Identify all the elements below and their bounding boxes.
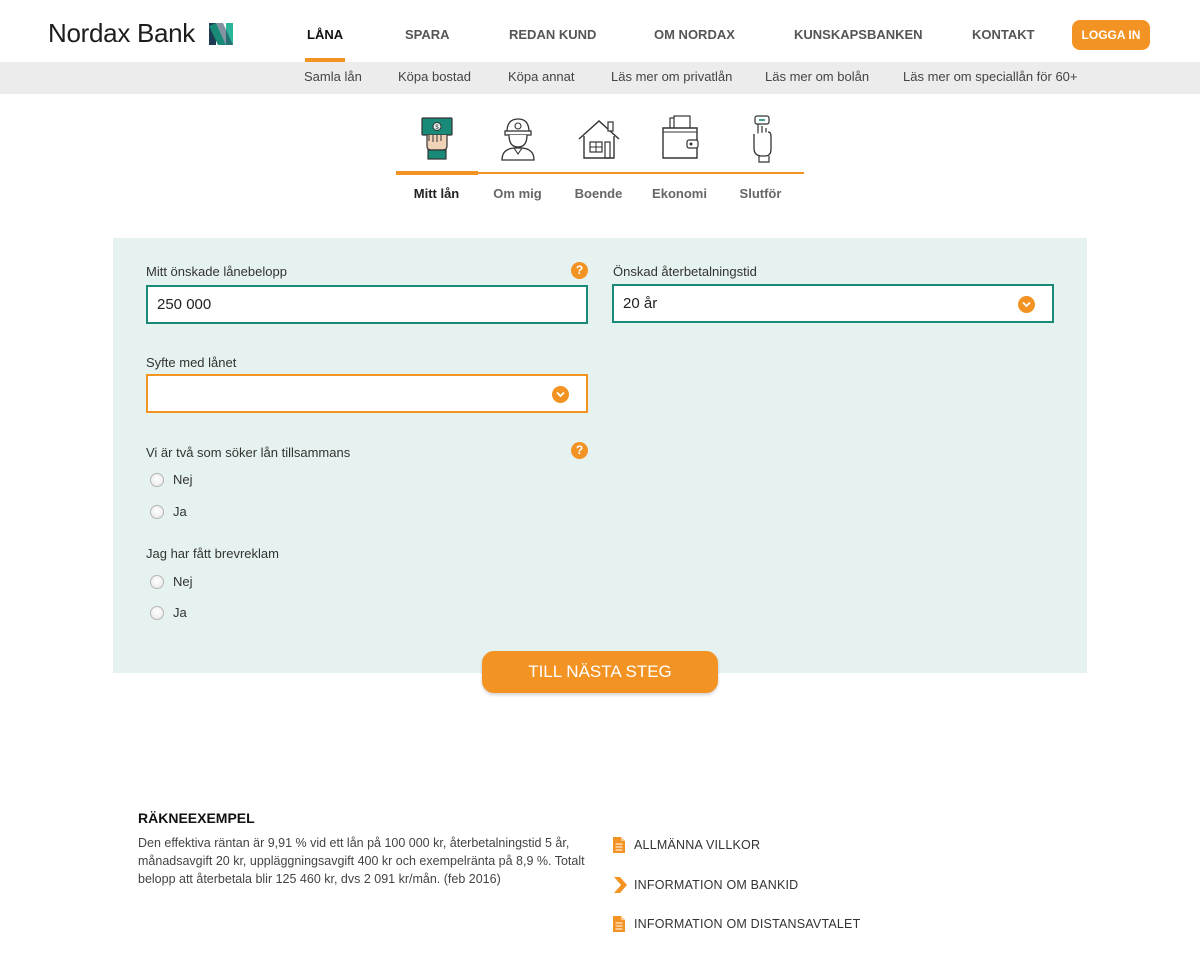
link-label: ALLMÄNNA VILLKOR — [634, 838, 761, 852]
person-helmet-icon — [500, 118, 535, 161]
nav-item-spara[interactable]: SPARA — [405, 0, 450, 62]
radio-button[interactable] — [150, 472, 164, 487]
hand-sign-icon — [752, 115, 772, 163]
radio-label: Ja — [173, 605, 187, 620]
term-select-value: 20 år — [623, 295, 658, 312]
term-select[interactable]: 20 år — [612, 284, 1054, 323]
radio-label: Ja — [173, 504, 187, 519]
joint-label: Vi är två som söker lån tillsammans — [146, 445, 351, 460]
link-label: INFORMATION OM BANKID — [634, 878, 799, 892]
mail-option-ja[interactable]: Ja — [150, 605, 187, 620]
purpose-label: Syfte med lånet — [146, 355, 237, 370]
mail-label: Jag har fått brevreklam — [146, 546, 279, 561]
nav-item-kunskapsbanken[interactable]: KUNSKAPSBANKEN — [794, 0, 923, 62]
joint-help-icon[interactable]: ? — [571, 442, 588, 459]
chevron-right-icon — [614, 877, 627, 893]
radio-button[interactable] — [150, 504, 164, 519]
subnav-item-speciallan[interactable]: Läs mer om speciallån för 60+ — [903, 62, 1078, 92]
step-label: Ekonomi — [652, 186, 707, 201]
logo-text: Nordax Bank — [48, 18, 195, 48]
site-header: Nordax Bank LÅNA SPARA REDAN KUND OM NOR… — [0, 0, 1200, 62]
radio-button[interactable] — [150, 605, 164, 620]
nordax-logo-icon — [209, 22, 233, 45]
joint-option-nej[interactable]: Nej — [150, 472, 193, 487]
example-title: RÄKNEEXEMPEL — [138, 810, 255, 826]
subnav-item-kopa-bostad[interactable]: Köpa bostad — [398, 62, 471, 92]
subnav-item-samla-lan[interactable]: Samla lån — [304, 62, 362, 92]
example-text: Den effektiva räntan är 9,91 % vid ett l… — [138, 836, 585, 886]
purpose-select[interactable] — [146, 374, 588, 413]
term-label: Önskad återbetalningstid — [613, 264, 757, 279]
joint-option-ja[interactable]: Ja — [150, 504, 187, 519]
login-button[interactable]: LOGGA IN — [1072, 20, 1150, 50]
link-distansavtalet[interactable]: INFORMATION OM DISTANSAVTALET — [612, 915, 860, 933]
step-label: Mitt lån — [413, 186, 460, 201]
next-step-button[interactable]: TILL NÄSTA STEG — [482, 651, 718, 693]
link-allmanna-villkor[interactable]: ALLMÄNNA VILLKOR — [612, 836, 760, 854]
nav-item-redan-kund[interactable]: REDAN KUND — [509, 0, 596, 62]
step-boende[interactable]: Boende — [558, 112, 639, 212]
nav-item-kontakt[interactable]: KONTAKT — [972, 0, 1035, 62]
subnav-item-privatlan[interactable]: Läs mer om privatlån — [611, 62, 732, 92]
progress-steps: $ Mitt lån Om mig Boende Ekonomi Slutför — [396, 112, 804, 212]
subnav-item-bolan[interactable]: Läs mer om bolån — [765, 62, 869, 92]
step-ekonomi[interactable]: Ekonomi — [639, 112, 720, 212]
subnav-item-kopa-annat[interactable]: Köpa annat — [508, 62, 575, 92]
chevron-down-icon — [552, 386, 569, 403]
step-label: Boende — [574, 186, 623, 201]
amount-label: Mitt önskade lånebelopp — [146, 264, 287, 279]
chevron-down-icon — [1018, 296, 1035, 313]
step-label: Om mig — [493, 186, 542, 201]
mail-option-nej[interactable]: Nej — [150, 574, 193, 589]
loan-form-panel: Mitt önskade lånebelopp ? Önskad återbet… — [113, 238, 1087, 673]
document-icon — [613, 916, 625, 932]
nav-item-om-nordax[interactable]: OM NORDAX — [654, 0, 735, 62]
step-om-mig[interactable]: Om mig — [477, 112, 558, 212]
house-icon — [578, 120, 619, 159]
steps-progress-active — [396, 171, 478, 175]
radio-label: Nej — [173, 574, 193, 589]
amount-input[interactable] — [146, 285, 588, 324]
step-label: Slutför — [739, 186, 782, 201]
step-mitt-lan[interactable]: $ Mitt lån — [396, 112, 477, 212]
sub-nav: Samla lån Köpa bostad Köpa annat Läs mer… — [0, 62, 1200, 94]
amount-help-icon[interactable]: ? — [571, 262, 588, 279]
radio-label: Nej — [173, 472, 193, 487]
logo[interactable]: Nordax Bank — [48, 18, 235, 49]
step-slutfor[interactable]: Slutför — [720, 112, 801, 212]
nav-item-lana[interactable]: LÅNA — [304, 0, 346, 62]
wallet-icon — [661, 115, 699, 159]
link-bankid[interactable]: INFORMATION OM BANKID — [612, 876, 798, 894]
money-hand-icon: $ — [420, 117, 453, 160]
document-icon — [613, 837, 625, 853]
link-label: INFORMATION OM DISTANSAVTALET — [634, 917, 861, 931]
radio-button[interactable] — [150, 574, 164, 589]
